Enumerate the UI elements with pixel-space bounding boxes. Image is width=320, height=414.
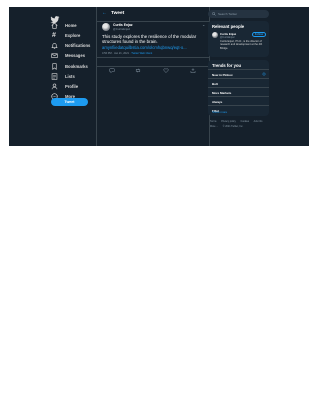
hashtag-icon: # [52,31,56,39]
footer-link[interactable]: Cookies [240,120,249,123]
retweet-icon[interactable] [135,60,141,72]
tweet-button[interactable]: Tweet [51,98,88,106]
nav-label-bookmarks: Bookmarks [65,63,88,69]
tweet-meta: 4:56 PM · Jan 21, 2021 · Twitter Web Cli… [102,52,152,55]
list-icon [50,72,58,80]
search-icon [212,12,216,16]
nav-label-explore: Explore [65,32,81,38]
twitter-window: Home # Explore Notifications Messages Bo… [9,7,309,146]
author-handle[interactable]: @CurtisEnjaz [113,27,130,31]
tweet-source[interactable]: Twitter Web Client [131,52,152,55]
search-input[interactable]: Search Twitter [208,10,269,18]
home-icon [50,21,58,29]
reply-icon[interactable] [109,60,115,73]
nav-item-lists[interactable]: Lists [50,71,75,81]
back-arrow-icon[interactable]: ← [102,10,107,16]
nav-item-notifications[interactable]: Notifications [50,40,90,50]
nav-label-profile: Profile [65,83,79,89]
nav-item-explore[interactable]: # Explore [50,30,80,40]
tweet-column: ← Tweet Curtis Enjaz @CurtisEnjaz ⌄ This… [96,7,210,146]
tweet-actions [97,57,209,73]
relevant-bio: Curtis Enjaz, Ph.D., is the director of … [220,40,263,50]
tweet-text: This study explores the resilience of th… [102,34,197,45]
nav-item-messages[interactable]: Messages [50,50,85,60]
trend-item[interactable]: Bolt [208,78,269,87]
trend-label: Bolt [212,82,218,86]
relevant-handle[interactable]: @CurtisEnjaz [220,36,235,39]
follow-button[interactable]: Follow [252,32,266,37]
trends-panel: Trends for you Now in Pinbox Bolt More M… [208,60,269,116]
footer-link[interactable]: Terms [210,120,217,123]
footer-link[interactable]: Ads info [254,120,263,123]
trend-item[interactable]: More Markets [208,87,269,96]
trend-item[interactable]: Now in Pinbox [208,69,269,78]
column-header: ← Tweet [97,7,209,22]
bell-icon [50,41,58,49]
relevant-avatar[interactable] [212,32,218,38]
nav-label-messages: Messages [65,52,86,58]
nav-label-home: Home [65,22,77,28]
page-title: Tweet [111,11,125,16]
twitter-bird-icon[interactable] [50,11,60,24]
trends-title: Trends for you [212,63,242,68]
nav-label-lists: Lists [65,73,75,79]
trend-label: Now in Pinbox [212,73,233,77]
show-more-link[interactable]: Show more [212,110,227,114]
avatar[interactable] [102,23,110,31]
heart-icon[interactable] [163,60,169,73]
envelope-icon [50,51,58,59]
nav-label-notifications: Notifications [65,42,91,48]
nav-item-bookmarks[interactable]: Bookmarks [50,61,88,71]
relevant-people-panel: Relevant people Curtis Enjaz @CurtisEnja… [208,21,269,57]
nav-item-home[interactable]: Home [50,20,77,30]
search-placeholder: Search Twitter [218,12,238,16]
chevron-down-icon[interactable]: ⌄ [202,22,205,27]
footer-link[interactable]: More ... [210,125,218,128]
person-icon [50,82,58,90]
bookmark-icon [50,62,58,70]
footer-links: Terms Privacy policy Cookies Ads info Mo… [210,120,270,129]
tweet-timestamp[interactable]: 4:56 PM · Jan 21, 2021 · [102,52,131,55]
nav-item-profile[interactable]: Profile [50,81,78,91]
trend-label: More Markets [212,91,232,95]
share-icon[interactable] [190,60,196,73]
relevant-people-title: Relevant people [212,24,245,29]
trend-item[interactable]: Always [208,96,269,105]
tweet-link[interactable]: amynfiiedatquilbstia.com/olcmhqbnwq/eqt-… [102,45,206,50]
trend-label: Always [212,100,223,104]
footer-link[interactable]: Privacy policy [221,120,236,123]
copyright: © 2021 Twitter, Inc. [222,124,244,128]
